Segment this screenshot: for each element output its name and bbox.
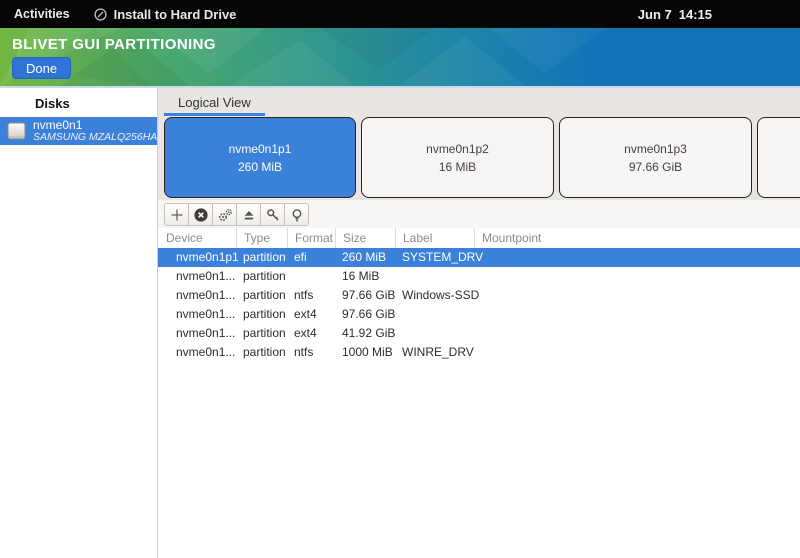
cell-device: nvme0n1...	[158, 343, 236, 362]
page-title: BLIVET GUI PARTITIONING	[12, 36, 216, 53]
cell-label	[395, 267, 474, 286]
cell-type: partition	[236, 305, 287, 324]
cell-mountpoint	[474, 305, 800, 324]
cell-device: nvme0n1...	[158, 267, 236, 286]
cell-format: ntfs	[287, 286, 335, 305]
column-header-size[interactable]: Size	[335, 228, 395, 248]
cell-device: nvme0n1...	[158, 305, 236, 324]
cell-format: ntfs	[287, 343, 335, 362]
clock-date: Jun 7	[638, 7, 672, 22]
cell-label: WINRE_DRV	[395, 343, 474, 362]
cell-format: efi	[287, 248, 335, 267]
cell-format: ext4	[287, 324, 335, 343]
gnome-top-bar: Activities Install to Hard Drive Jun 7 1…	[0, 0, 800, 28]
cell-size: 16 MiB	[335, 267, 395, 286]
cell-size: 97.66 GiB	[335, 305, 395, 324]
column-header-type[interactable]: Type	[236, 228, 287, 248]
cell-label: SYSTEM_DRV	[395, 248, 474, 267]
info-button[interactable]	[284, 203, 309, 226]
main-panel: Logical View nvme0n1p1 260 MiB nvme0n1p2…	[158, 88, 800, 558]
cell-format	[287, 267, 335, 286]
cell-type: partition	[236, 324, 287, 343]
disks-sidebar: Disks nvme0n1 SAMSUNG MZA	[0, 88, 158, 558]
cell-type: partition	[236, 286, 287, 305]
cell-device: nvme0n1...	[158, 324, 236, 343]
cell-label	[395, 324, 474, 343]
harddisk-icon	[7, 122, 26, 140]
cell-mountpoint	[474, 248, 800, 267]
window-content: Disks nvme0n1 SAMSUNG MZA	[0, 88, 800, 558]
actions-button-group	[164, 203, 309, 226]
cell-type: partition	[236, 343, 287, 362]
column-header-format[interactable]: Format	[287, 228, 335, 248]
edit-partition-button[interactable]	[212, 203, 237, 226]
partition-block-size: 16 MiB	[439, 160, 476, 174]
delete-circle-icon	[193, 207, 209, 223]
partition-block-nvme0n1p3[interactable]: nvme0n1p3 97.66 GiB	[559, 117, 752, 198]
cell-mountpoint	[474, 286, 800, 305]
disk-list-item-nvme0n1[interactable]: nvme0n1 SAMSUNG MZALQ256HAJD-	[0, 117, 157, 145]
partitions-table: Device Type Format Size Label Mountpoint…	[158, 228, 800, 558]
partition-block-name: nvme0n1p1	[229, 142, 292, 156]
clock-time: 14:15	[679, 7, 712, 22]
clock[interactable]: Jun 7 14:15	[638, 0, 712, 28]
cell-format: ext4	[287, 305, 335, 324]
cell-type: partition	[236, 267, 287, 286]
focused-app-title: Install to Hard Drive	[114, 7, 237, 22]
cell-mountpoint	[474, 343, 800, 362]
cell-type: partition	[236, 248, 287, 267]
actions-toolbar	[158, 200, 800, 228]
partition-block-name: nvme0n1p3	[624, 142, 687, 156]
cell-label: Windows-SSD	[395, 286, 474, 305]
done-button[interactable]: Done	[12, 57, 71, 79]
table-row[interactable]: nvme0n1... partition 16 MiB	[158, 267, 800, 286]
partition-block-nvme0n1p2[interactable]: nvme0n1p2 16 MiB	[361, 117, 554, 198]
partition-block-name: nvme0n1p2	[426, 142, 489, 156]
cell-size: 41.92 GiB	[335, 324, 395, 343]
eject-icon	[241, 207, 257, 223]
disk-labels: nvme0n1 SAMSUNG MZALQ256HAJD-	[33, 119, 157, 143]
partition-visual-map: nvme0n1p1 260 MiB nvme0n1p2 16 MiB nvme0…	[158, 116, 800, 200]
installer-app-icon	[94, 8, 107, 21]
delete-partition-button[interactable]	[188, 203, 213, 226]
gears-icon	[217, 207, 233, 223]
partition-block-size: 97.66 GiB	[629, 160, 682, 174]
disk-model: SAMSUNG MZALQ256HAJD-	[33, 132, 157, 143]
table-row[interactable]: nvme0n1... partition ext4 97.66 GiB	[158, 305, 800, 324]
partition-block-size: 260 MiB	[238, 160, 282, 174]
cell-label	[395, 305, 474, 324]
key-icon	[265, 207, 281, 223]
blivet-gui-window: Activities Install to Hard Drive Jun 7 1…	[0, 0, 800, 558]
cell-device: nvme0n1...	[158, 286, 236, 305]
disk-name: nvme0n1	[33, 119, 157, 132]
table-row[interactable]: nvme0n1p1 partition efi 260 MiB SYSTEM_D…	[158, 248, 800, 267]
unmount-button[interactable]	[236, 203, 261, 226]
decrypt-button[interactable]	[260, 203, 285, 226]
add-partition-button[interactable]	[164, 203, 189, 226]
cell-mountpoint	[474, 267, 800, 286]
cell-size: 97.66 GiB	[335, 286, 395, 305]
table-row[interactable]: nvme0n1... partition ntfs 97.66 GiB Wind…	[158, 286, 800, 305]
partition-block-partial[interactable]	[757, 117, 800, 198]
hub-header: BLIVET GUI PARTITIONING Done	[0, 28, 800, 86]
cell-device: nvme0n1p1	[158, 248, 236, 267]
focused-app-menu[interactable]: Install to Hard Drive	[94, 7, 237, 22]
table-row[interactable]: nvme0n1... partition ext4 41.92 GiB	[158, 324, 800, 343]
column-header-label[interactable]: Label	[395, 228, 474, 248]
tab-logical-view[interactable]: Logical View	[164, 90, 265, 116]
column-header-device[interactable]: Device	[158, 228, 236, 248]
view-tab-bar: Logical View	[158, 88, 800, 116]
plus-icon	[169, 207, 185, 223]
disks-heading: Disks	[0, 88, 157, 117]
cell-size: 1000 MiB	[335, 343, 395, 362]
cell-mountpoint	[474, 324, 800, 343]
activities-button[interactable]: Activities	[14, 7, 70, 21]
table-row[interactable]: nvme0n1... partition ntfs 1000 MiB WINRE…	[158, 343, 800, 362]
partition-block-nvme0n1p1[interactable]: nvme0n1p1 260 MiB	[164, 117, 356, 198]
lightbulb-icon	[289, 207, 305, 223]
cell-size: 260 MiB	[335, 248, 395, 267]
table-header-row: Device Type Format Size Label Mountpoint	[158, 228, 800, 248]
column-header-mountpoint[interactable]: Mountpoint	[474, 228, 800, 248]
